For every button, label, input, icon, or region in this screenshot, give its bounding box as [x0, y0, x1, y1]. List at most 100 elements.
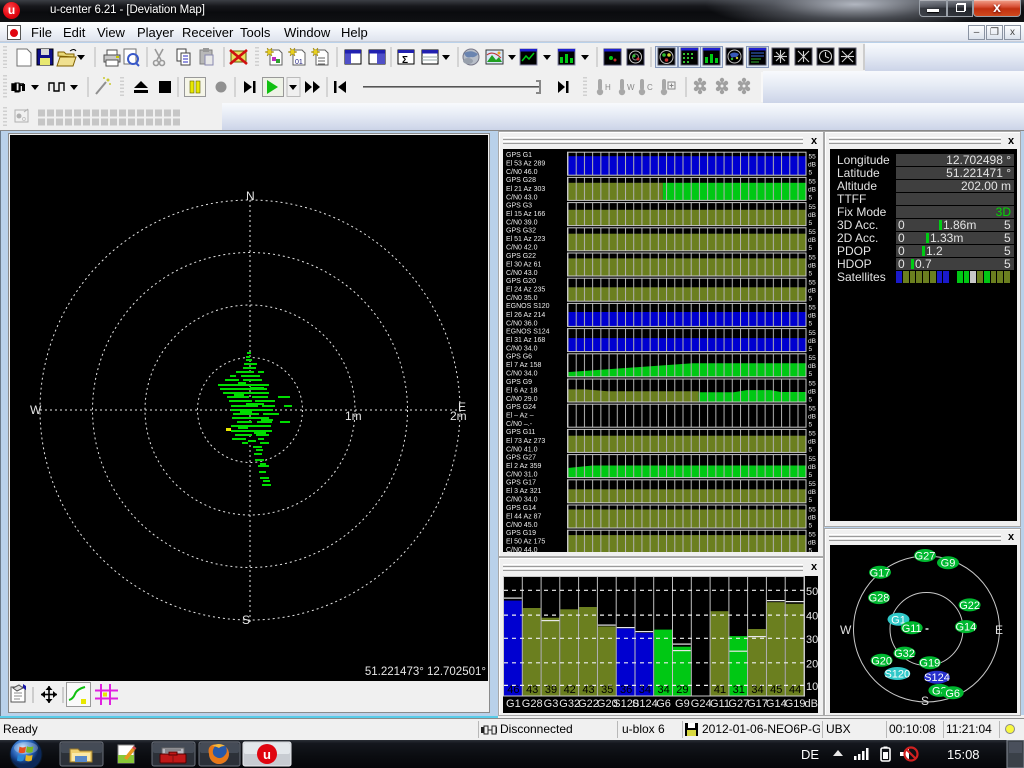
- svg-text:C/N0 35.0: C/N0 35.0: [506, 295, 538, 302]
- svg-text:G28: G28: [869, 593, 890, 605]
- svg-text:5: 5: [809, 170, 813, 177]
- svg-text:dB: dB: [808, 388, 816, 395]
- svg-text:G22: G22: [578, 698, 599, 710]
- svg-text:G22: G22: [959, 600, 980, 612]
- svg-text:C/N0 43.0: C/N0 43.0: [506, 270, 538, 277]
- svg-text:W: W: [840, 623, 852, 637]
- svg-text:H: H: [605, 83, 611, 92]
- svg-text:40: 40: [806, 611, 818, 623]
- svg-text:G20: G20: [871, 655, 892, 667]
- svg-text:GPS G6: GPS G6: [506, 354, 532, 361]
- svg-text:G32: G32: [894, 648, 915, 660]
- svg-text:DE: DE: [801, 747, 819, 762]
- svg-text:G17: G17: [870, 567, 891, 579]
- svg-text:50: 50: [806, 586, 818, 598]
- svg-text:5: 5: [809, 195, 813, 202]
- svg-text:55: 55: [809, 380, 817, 387]
- svg-text:El 30 Az 61: El 30 Az 61: [506, 261, 542, 268]
- svg-text:dB: dB: [808, 439, 816, 446]
- svg-text:41: 41: [714, 684, 726, 696]
- svg-text:35: 35: [601, 684, 613, 696]
- svg-text:dB: dB: [808, 338, 816, 345]
- svg-text:El 15 Az 166: El 15 Az 166: [506, 211, 545, 218]
- svg-text:El 21 Az 303: El 21 Az 303: [506, 186, 545, 193]
- svg-text:C/N0 36.0: C/N0 36.0: [506, 320, 538, 327]
- svg-text:dB: dB: [808, 414, 816, 421]
- svg-text:El 53 Az 289: El 53 Az 289: [506, 161, 545, 168]
- svg-text:C/N0 –.-: C/N0 –.-: [506, 421, 533, 428]
- svg-text:30: 30: [806, 634, 818, 646]
- svg-text:G9: G9: [941, 558, 956, 570]
- svg-text:S: S: [242, 613, 250, 627]
- svg-text:2m: 2m: [450, 409, 467, 423]
- svg-text:C/N0 29.0: C/N0 29.0: [506, 396, 538, 403]
- svg-text:C: C: [647, 83, 653, 92]
- svg-text:dB: dB: [808, 187, 816, 194]
- svg-text:55: 55: [809, 254, 817, 261]
- svg-text:dB: dB: [808, 489, 816, 496]
- svg-text:GPS G11: GPS G11: [506, 429, 536, 436]
- svg-text:46: 46: [507, 684, 519, 696]
- svg-text:5: 5: [809, 346, 813, 353]
- svg-text:1m: 1m: [345, 409, 362, 423]
- svg-text:El 24 Az 235: El 24 Az 235: [506, 287, 545, 294]
- svg-text:5: 5: [809, 321, 813, 328]
- svg-text:5: 5: [809, 296, 813, 303]
- svg-text:39: 39: [545, 684, 557, 696]
- svg-text:5: 5: [809, 422, 813, 429]
- svg-text:El 7 Az 158: El 7 Az 158: [506, 362, 542, 369]
- svg-text:dB: dB: [808, 363, 816, 370]
- svg-text:5: 5: [809, 522, 813, 529]
- svg-text:G14: G14: [956, 622, 977, 634]
- svg-text:dB: dB: [808, 162, 816, 169]
- svg-text:G24: G24: [691, 698, 712, 710]
- svg-text:dB: dB: [808, 212, 816, 219]
- svg-text:G11: G11: [710, 698, 730, 710]
- svg-text:5: 5: [809, 371, 813, 378]
- svg-text:29: 29: [676, 684, 688, 696]
- svg-text:G27: G27: [915, 551, 936, 563]
- svg-text:5: 5: [809, 270, 813, 277]
- svg-text:C/N0 44.0: C/N0 44.0: [506, 547, 538, 552]
- svg-text:EGNOS S120: EGNOS S120: [506, 303, 550, 310]
- svg-text:31: 31: [733, 684, 745, 696]
- svg-text:G27: G27: [728, 698, 749, 710]
- svg-text:El 3 Az 321: El 3 Az 321: [506, 488, 542, 495]
- svg-text:GPS G3: GPS G3: [506, 202, 532, 209]
- svg-text:C/N0 34.0: C/N0 34.0: [506, 346, 538, 353]
- svg-text:G32: G32: [559, 698, 580, 710]
- svg-text:42: 42: [564, 684, 576, 696]
- svg-text:u: u: [263, 747, 271, 762]
- svg-text:dB: dB: [805, 698, 818, 710]
- svg-text:dB: dB: [808, 540, 816, 547]
- svg-text:44: 44: [789, 684, 801, 696]
- svg-text:dB: dB: [808, 514, 816, 521]
- svg-text:51.221473° 12.702501°: 51.221473° 12.702501°: [365, 666, 486, 678]
- svg-text:El 6 Az 18: El 6 Az 18: [506, 387, 538, 394]
- svg-text:G28: G28: [522, 698, 543, 710]
- svg-text:5: 5: [809, 497, 813, 504]
- svg-text:45: 45: [770, 684, 782, 696]
- svg-text:G6: G6: [945, 688, 960, 700]
- svg-text:EGNOS S124: EGNOS S124: [506, 328, 550, 335]
- svg-text:dB: dB: [808, 262, 816, 269]
- svg-text:C/N0 45.0: C/N0 45.0: [506, 522, 538, 529]
- svg-text:55: 55: [809, 481, 817, 488]
- svg-text:5: 5: [809, 220, 813, 227]
- svg-text:W: W: [627, 83, 635, 92]
- svg-text:55: 55: [809, 330, 817, 337]
- svg-text:GPS G17: GPS G17: [506, 480, 536, 487]
- svg-text:GPS G19: GPS G19: [506, 530, 536, 537]
- svg-text:43: 43: [526, 684, 538, 696]
- svg-text:G14: G14: [766, 698, 787, 710]
- svg-text:C/N0 46.0: C/N0 46.0: [506, 169, 538, 176]
- svg-text:36: 36: [620, 684, 632, 696]
- svg-text:Σ: Σ: [402, 55, 408, 66]
- svg-text:El 31 Az 168: El 31 Az 168: [506, 337, 545, 344]
- svg-text:55: 55: [809, 456, 817, 463]
- svg-text:55: 55: [809, 305, 817, 312]
- svg-text:55: 55: [809, 431, 817, 438]
- svg-text:01: 01: [295, 59, 303, 66]
- svg-text:5: 5: [809, 548, 813, 553]
- svg-text:S124: S124: [924, 672, 950, 684]
